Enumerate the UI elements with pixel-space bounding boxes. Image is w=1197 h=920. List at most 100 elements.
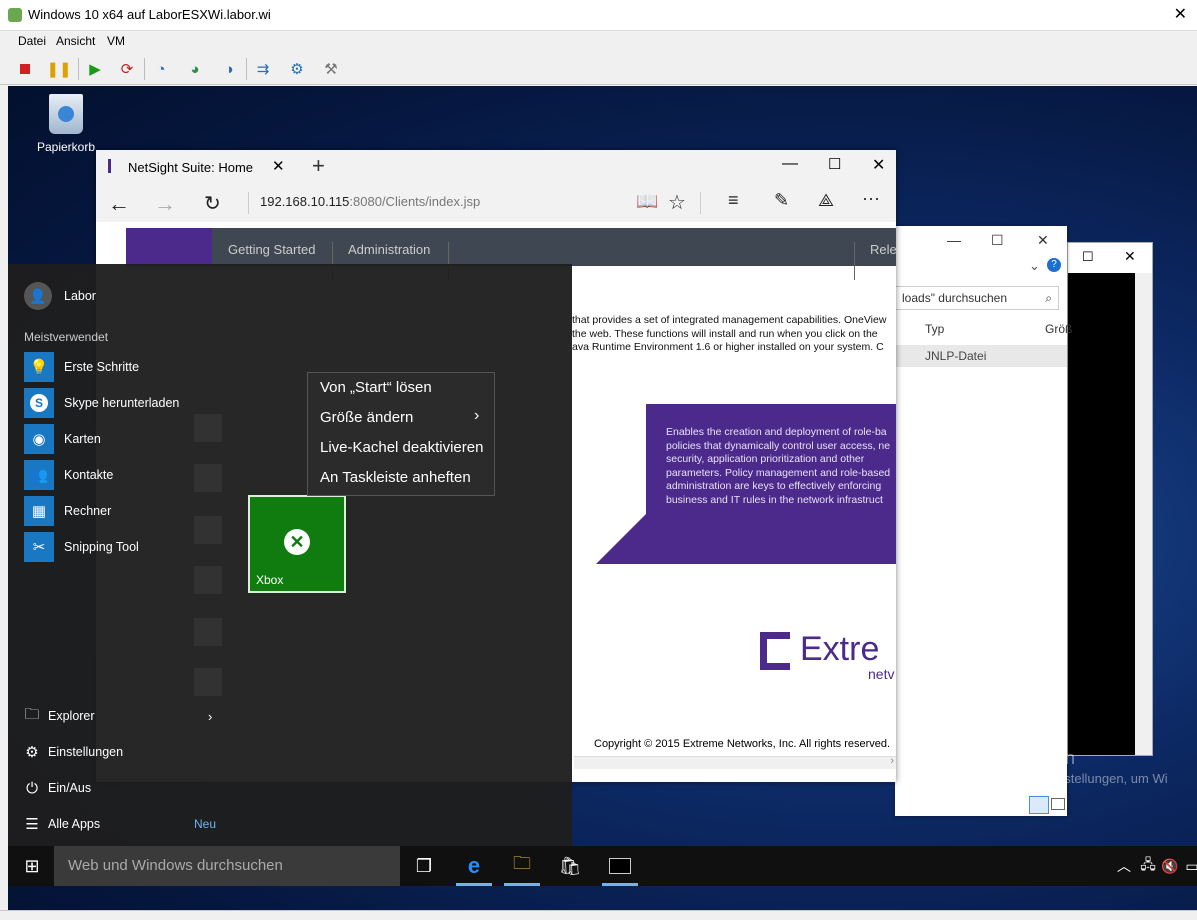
start-item-kontakte[interactable]: 👥 Kontakte: [24, 460, 113, 490]
maximize-icon[interactable]: ☐: [991, 232, 1004, 249]
close-icon[interactable]: ✕: [872, 155, 885, 175]
power-off-icon[interactable]: [14, 58, 36, 80]
desktop-icon-recycle-bin[interactable]: Papierkorb: [36, 94, 96, 154]
policy-banner-text: Enables the creation and deployment of r…: [666, 426, 896, 507]
ctx-disable-live-tile[interactable]: Live-Kachel deaktivieren: [320, 439, 483, 456]
lightbulb-icon: 💡: [24, 352, 54, 382]
vm-close-button[interactable]: ✕: [1174, 4, 1187, 24]
url-path: :8080/Clients/index.jsp: [349, 194, 481, 209]
scissors-icon: ✂: [24, 532, 54, 562]
ctx-resize[interactable]: Größe ändern: [320, 409, 413, 426]
windows-start-icon[interactable]: ⊞: [20, 854, 44, 878]
minimize-icon[interactable]: —: [782, 155, 798, 173]
network-icon[interactable]: 🖧: [1136, 854, 1160, 878]
logo-subtext: netv: [868, 666, 895, 682]
more-icon[interactable]: ···: [862, 188, 880, 209]
file-type: JNLP-Datei: [925, 349, 987, 363]
store-icon[interactable]: 🛍: [558, 854, 582, 878]
horizontal-scrollbar[interactable]: ›: [574, 755, 896, 769]
task-view-icon[interactable]: ❐: [412, 854, 436, 878]
refresh-icon[interactable]: ↻: [204, 191, 221, 216]
favorite-star-icon[interactable]: ☆: [668, 190, 686, 215]
start-item-erste-schritte[interactable]: 💡 Erste Schritte: [24, 352, 139, 382]
revert-snapshot-icon[interactable]: ◕: [184, 58, 206, 80]
file-row[interactable]: JNLP-Datei: [895, 345, 1067, 367]
explorer-window[interactable]: — ☐ ✕ ⌄ ? loads" durchsuchen ⌕ Typ Größ …: [895, 226, 1072, 816]
explorer-search-input[interactable]: loads" durchsuchen ⌕: [895, 286, 1059, 310]
banner-corner: [596, 512, 648, 564]
activation-watermark: Windows aktivieren Wechseln Sie zu den E…: [920, 748, 1168, 801]
edge-icon[interactable]: e: [462, 853, 486, 878]
chevron-down-icon[interactable]: ⌄: [1029, 258, 1040, 274]
user-account[interactable]: 👤 Labor: [24, 282, 96, 310]
start-item-karten[interactable]: ◉ Karten: [24, 424, 101, 454]
vm-settings-icon[interactable]: ⇉: [252, 58, 274, 80]
nav-getting-started[interactable]: Getting Started: [228, 242, 315, 257]
reset-icon[interactable]: ⟳: [116, 58, 138, 80]
maximize-icon[interactable]: ☐: [1082, 249, 1094, 265]
xbox-tile[interactable]: ✕ Xbox: [248, 495, 346, 593]
cmd-window[interactable]: ☐ ✕: [1067, 242, 1153, 756]
netsight-logo[interactable]: [126, 228, 212, 266]
ctx-unpin-from-start[interactable]: Von „Start“ lösen: [320, 379, 432, 396]
start-explorer-label: Explorer: [48, 709, 95, 723]
vm-titlebar: Windows 10 x64 auf LaborESXWi.labor.wi ✕: [0, 0, 1197, 31]
start-settings[interactable]: ⚙ Einstellungen: [22, 737, 123, 767]
search-icon: ⌕: [1045, 291, 1052, 305]
start-all-apps[interactable]: ☰ Alle Apps Neu: [22, 809, 232, 839]
volume-muted-icon[interactable]: 🔇: [1158, 854, 1182, 878]
forward-icon[interactable]: →: [154, 191, 176, 217]
connect-device-icon[interactable]: ⚙: [286, 58, 308, 80]
reading-view-icon[interactable]: 📖: [636, 191, 658, 212]
start-item-rechner[interactable]: ▦ Rechner: [24, 496, 111, 526]
scroll-right-icon[interactable]: ›: [890, 755, 894, 767]
notifications-icon[interactable]: ▭: [1180, 854, 1197, 878]
share-icon[interactable]: ⟁: [818, 190, 834, 211]
close-icon[interactable]: ✕: [1124, 248, 1136, 265]
recycle-bin-icon: [49, 94, 83, 134]
start-power-label: Ein/Aus: [48, 781, 92, 795]
snapshot-icon[interactable]: ◔: [150, 58, 172, 80]
nav-administration[interactable]: Administration: [348, 242, 430, 257]
tab-title: NetSight Suite: Home: [128, 160, 254, 175]
menu-ansicht[interactable]: Ansicht: [56, 34, 95, 48]
chevron-right-icon[interactable]: ›: [208, 709, 212, 724]
snapshot-manager-icon[interactable]: ◑: [218, 58, 240, 80]
cmd-scrollbar[interactable]: [1135, 273, 1152, 755]
back-icon[interactable]: ←: [108, 191, 130, 217]
list-icon: ☰: [25, 816, 39, 833]
suspend-icon[interactable]: ❚❚: [46, 58, 71, 80]
ctx-pin-to-taskbar[interactable]: An Taskleiste anheften: [320, 469, 471, 486]
column-header-size[interactable]: Größ: [1045, 322, 1072, 336]
start-item-skype[interactable]: S Skype herunterladen: [24, 388, 179, 418]
intro-line: ava Runtime Environment 1.6 or higher in…: [572, 341, 884, 353]
intro-line: that provides a set of integrated manage…: [572, 314, 887, 326]
taskbar-search-input[interactable]: Web und Windows durchsuchen: [54, 846, 400, 886]
start-item-snipping-tool[interactable]: ✂ Snipping Tool: [24, 532, 139, 562]
new-tab-icon[interactable]: +: [312, 153, 325, 179]
send-keys-icon[interactable]: ⚒: [320, 58, 342, 80]
file-explorer-icon[interactable]: 🗀: [510, 853, 534, 878]
cmd-titlebar: ☐ ✕: [1068, 243, 1152, 273]
start-power[interactable]: ⏻ Ein/Aus: [22, 773, 91, 803]
cmd-icon[interactable]: [608, 854, 632, 878]
minimize-icon[interactable]: —: [947, 232, 961, 248]
close-icon[interactable]: ✕: [1037, 232, 1049, 249]
help-icon[interactable]: ?: [1047, 258, 1061, 272]
column-header-type[interactable]: Typ: [925, 322, 944, 336]
nav-release[interactable]: Relea: [870, 242, 896, 257]
web-note-icon[interactable]: ✎: [774, 190, 789, 211]
start-settings-label: Einstellungen: [48, 745, 124, 759]
maximize-icon[interactable]: ☐: [828, 155, 841, 173]
new-badge: Neu: [194, 817, 217, 831]
hub-icon[interactable]: ≡: [728, 190, 739, 211]
power-on-icon[interactable]: ▶: [84, 58, 106, 80]
menu-vm[interactable]: VM: [107, 34, 125, 48]
tab-close-icon[interactable]: ✕: [272, 157, 285, 175]
show-hidden-icons-icon[interactable]: ︿: [1112, 854, 1136, 878]
edge-tab[interactable]: NetSight Suite: Home ✕: [96, 150, 298, 184]
start-item-label: Snipping Tool: [64, 540, 139, 554]
menu-datei[interactable]: Datei: [18, 34, 46, 48]
url-field[interactable]: 192.168.10.115:8080/Clients/index.jsp: [260, 194, 480, 209]
start-explorer[interactable]: 🗀 Explorer ›: [22, 701, 222, 731]
